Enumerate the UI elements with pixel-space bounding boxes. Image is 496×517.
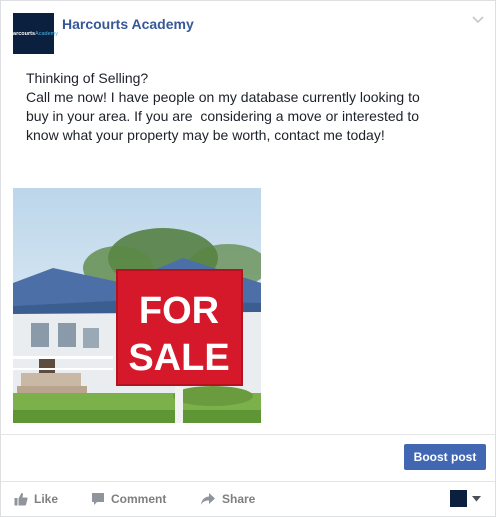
post-card: HarcourtsAcademy Harcourts Academy Think…: [0, 0, 496, 517]
comment-button[interactable]: Comment: [91, 489, 166, 509]
comment-label: Comment: [111, 492, 167, 506]
caret-down-icon: [472, 495, 481, 501]
share-label: Share: [222, 492, 256, 506]
post-text-line: Call me now! I have people on my databas…: [26, 89, 420, 105]
boost-post-button[interactable]: Boost post: [404, 444, 486, 470]
sign-text-sale: SALE: [128, 337, 229, 379]
like-label: Like: [34, 492, 59, 506]
share-arrow-icon: [201, 493, 215, 505]
sign-text-for: FOR: [139, 290, 219, 332]
post-message: Thinking of Selling? Call me now! I have…: [26, 69, 446, 145]
post-text-line: buy in your area. If you are considering…: [26, 108, 419, 124]
chevron-down-icon[interactable]: [471, 15, 485, 25]
comment-icon: [92, 493, 104, 505]
page-voice-selector[interactable]: [450, 490, 481, 507]
post-text-line: know what your property may be worth, co…: [26, 127, 385, 143]
post-actions-bar: Like Comment Share: [1, 483, 495, 515]
post-image[interactable]: FOR SALE: [13, 188, 261, 423]
post-text-line: Thinking of Selling?: [26, 70, 149, 86]
avatar-logo: HarcourtsAcademy: [9, 30, 58, 37]
like-button[interactable]: Like: [14, 489, 58, 509]
divider: [1, 434, 495, 435]
page-avatar-small: [450, 490, 467, 507]
share-button[interactable]: Share: [200, 489, 255, 509]
divider: [1, 481, 495, 482]
for-sale-photo: FOR SALE: [13, 188, 261, 423]
page-name-link[interactable]: Harcourts Academy: [62, 16, 194, 32]
thumbs-up-icon: [14, 492, 28, 506]
page-avatar[interactable]: HarcourtsAcademy: [9, 13, 58, 54]
